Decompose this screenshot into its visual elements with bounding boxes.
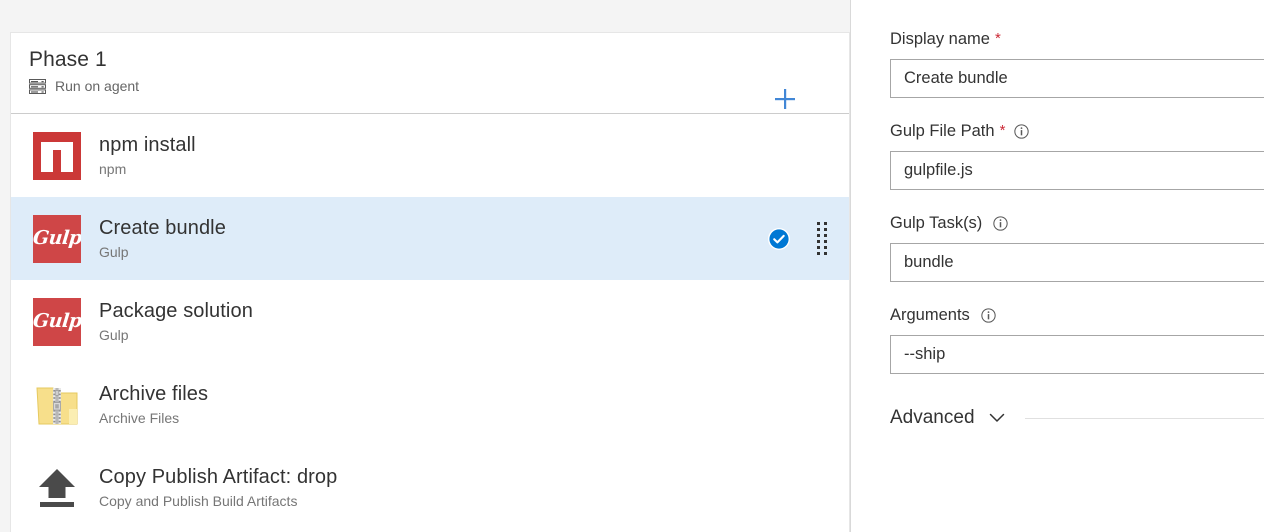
task-name: Archive files	[99, 383, 209, 405]
field-arguments: Arguments	[890, 304, 1264, 374]
task-text: Copy Publish Artifact: drop Copy and Pub…	[99, 465, 849, 510]
task-icon	[33, 464, 81, 512]
task-row[interactable]: Gulp Package solution Gulp	[11, 280, 849, 363]
check-circle-icon[interactable]	[767, 227, 791, 251]
task-name: Copy Publish Artifact: drop	[99, 466, 338, 488]
field-label: Gulp File Path	[890, 122, 995, 140]
info-icon[interactable]	[1014, 123, 1030, 139]
tasks-pane: Phase 1 Run on agent npm install npm Gul…	[0, 0, 851, 532]
task-name: Create bundle	[99, 217, 226, 239]
add-task-button[interactable]	[771, 85, 799, 113]
task-row-selected[interactable]: Gulp Create bundle Gulp	[11, 197, 849, 280]
field-label: Arguments	[890, 306, 970, 324]
display-name-input[interactable]	[890, 59, 1264, 98]
phase-subtitle: Run on agent	[55, 78, 140, 94]
field-label-row: Arguments	[890, 304, 1264, 326]
phase-subtitle-row: Run on agent	[29, 78, 831, 94]
task-subtitle: Gulp	[99, 327, 129, 343]
field-label: Gulp Task(s)	[890, 214, 983, 232]
arguments-input[interactable]	[890, 335, 1264, 374]
field-label-row: Display name *	[890, 28, 1264, 50]
phase-header[interactable]: Phase 1 Run on agent	[11, 33, 849, 114]
task-icon: Gulp	[33, 214, 81, 263]
server-rack-icon	[29, 78, 46, 94]
build-pipeline-task-editor: Phase 1 Run on agent npm install npm Gul…	[0, 0, 1264, 532]
task-text: Create bundle Gulp	[99, 216, 767, 261]
field-label-row: Gulp Task(s)	[890, 212, 1264, 234]
task-subtitle: Archive Files	[99, 410, 180, 426]
task-row-actions	[767, 222, 829, 255]
npm-icon	[33, 131, 81, 180]
required-indicator: *	[994, 30, 1001, 47]
info-icon[interactable]	[981, 307, 996, 323]
gulp-tasks-input[interactable]	[890, 243, 1264, 282]
task-text: Package solution Gulp	[99, 299, 849, 344]
field-gulp-tasks: Gulp Task(s)	[890, 212, 1264, 282]
gulp-icon: Gulp	[33, 297, 81, 346]
task-icon	[33, 381, 81, 429]
field-gulp-file-path: Gulp File Path *	[890, 120, 1264, 190]
pane-divider	[850, 0, 851, 532]
task-name: Package solution	[99, 300, 253, 322]
task-row[interactable]: npm install npm	[11, 114, 849, 197]
task-text: npm install npm	[99, 133, 849, 178]
task-row[interactable]: Copy Publish Artifact: drop Copy and Pub…	[11, 446, 849, 529]
task-subtitle: npm	[99, 161, 127, 177]
gulp-icon: Gulp	[33, 214, 81, 263]
drag-handle-icon[interactable]	[817, 222, 829, 255]
info-icon[interactable]	[993, 215, 1008, 231]
required-indicator: *	[999, 122, 1006, 139]
gulp-file-path-input[interactable]	[890, 151, 1264, 190]
task-subtitle: Gulp	[99, 244, 129, 260]
gulp-icon-label: Gulp	[33, 310, 81, 332]
field-label: Display name	[890, 30, 990, 48]
field-label-row: Gulp File Path *	[890, 120, 1264, 142]
task-icon	[33, 131, 81, 180]
task-name: npm install	[99, 134, 196, 156]
phase-title: Phase 1	[29, 48, 107, 71]
task-text: Archive files Archive Files	[99, 382, 849, 427]
task-subtitle: Copy and Publish Build Artifacts	[99, 493, 298, 509]
advanced-label: Advanced	[890, 407, 975, 428]
task-list: npm install npm Gulp Create bundle Gulp	[11, 114, 849, 529]
field-display-name: Display name *	[890, 28, 1264, 98]
gulp-icon-label: Gulp	[33, 227, 81, 249]
task-details-pane: Display name * Gulp File Path * Gulp Tas…	[852, 0, 1264, 532]
upload-arrow-icon	[39, 468, 75, 507]
zip-folder-icon	[36, 387, 78, 424]
advanced-section-toggle[interactable]: Advanced	[890, 406, 1264, 430]
task-row[interactable]: Archive files Archive Files	[11, 363, 849, 446]
plus-icon	[775, 89, 795, 109]
task-icon: Gulp	[33, 297, 81, 346]
chevron-down-icon	[989, 413, 1004, 422]
phase-tasks-card: Phase 1 Run on agent npm install npm Gul…	[10, 32, 850, 532]
advanced-divider	[1024, 417, 1264, 419]
